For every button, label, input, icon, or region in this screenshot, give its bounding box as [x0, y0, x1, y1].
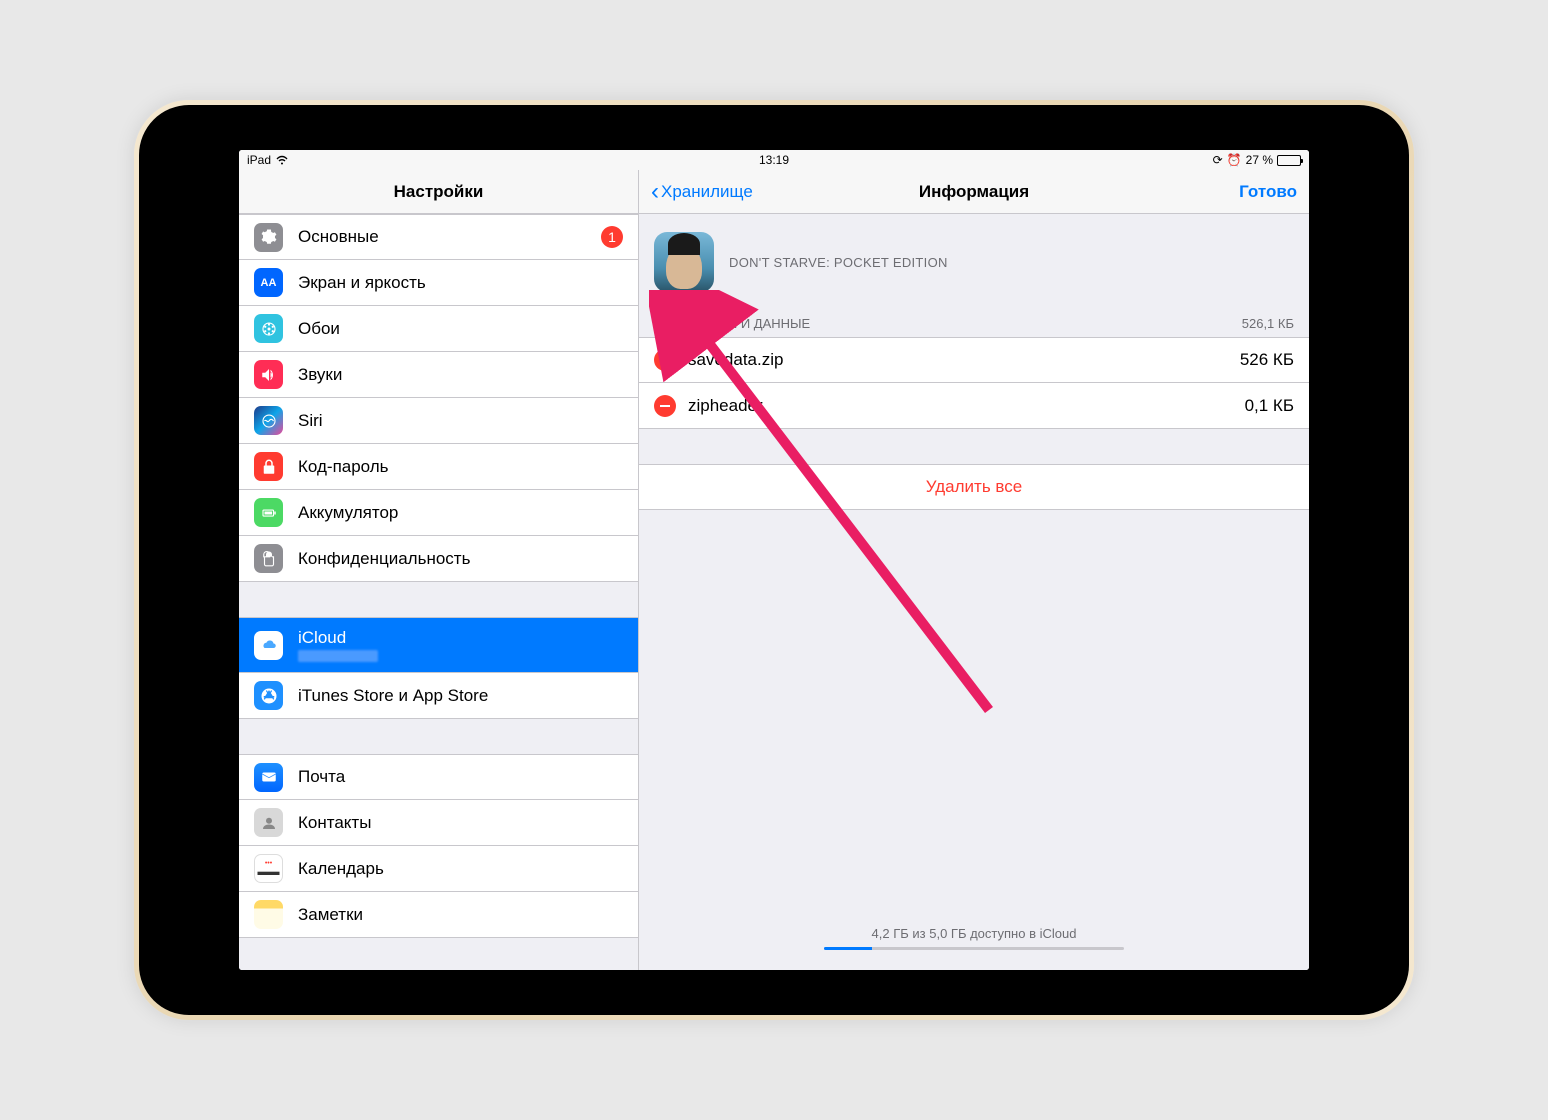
sidebar-item-label: Почта [298, 767, 623, 787]
sidebar-item-label: Контакты [298, 813, 623, 833]
mail-icon [254, 763, 283, 792]
sidebar-item-mail[interactable]: Почта [239, 754, 638, 800]
device-label: iPad [247, 153, 271, 167]
sidebar-item-label: iCloud [298, 628, 623, 648]
battery-percent: 27 % [1246, 153, 1273, 167]
sidebar-item-siri[interactable]: Siri [239, 398, 638, 444]
sidebar-item-label: iTunes Store и App Store [298, 686, 623, 706]
sidebar-item-notes[interactable]: Заметки [239, 892, 638, 938]
section-header-size: 526,1 КБ [1242, 316, 1294, 331]
icloud-account-blurred [298, 650, 378, 662]
sidebar-item-privacy[interactable]: Конфиденциальность [239, 536, 638, 582]
calendar-icon: •••▬▬ [254, 854, 283, 883]
sidebar-item-battery[interactable]: Аккумулятор [239, 490, 638, 536]
document-name: zipheader [688, 396, 1233, 416]
wallpaper-icon [254, 314, 283, 343]
detail-title: Информация [919, 182, 1029, 202]
sidebar-item-passcode[interactable]: Код-пароль [239, 444, 638, 490]
contacts-icon [254, 808, 283, 837]
detail-header: ‹ Хранилище Информация Готово [639, 170, 1309, 214]
document-size: 526 КБ [1240, 350, 1294, 370]
sidebar-item-label: Экран и яркость [298, 273, 623, 293]
delete-icon[interactable] [654, 395, 676, 417]
documents-section-header: ДОКУМЕНТЫ И ДАННЫЕ 526,1 КБ [639, 310, 1309, 337]
storage-bar [824, 947, 1124, 950]
sidebar-item-label: Звуки [298, 365, 623, 385]
notes-icon [254, 900, 283, 929]
document-row[interactable]: savedata.zip 526 КБ [639, 337, 1309, 383]
sidebar-title: Настройки [239, 170, 638, 214]
back-button[interactable]: ‹ Хранилище [651, 180, 753, 204]
done-button[interactable]: Готово [1239, 182, 1297, 202]
sidebar-item-label: Конфиденциальность [298, 549, 623, 569]
status-time: 13:19 [759, 153, 789, 167]
sidebar-item-appstore[interactable]: iTunes Store и App Store [239, 673, 638, 719]
sidebar-item-label: Siri [298, 411, 623, 431]
status-bar: iPad 13:19 ⟳ ⏰ 27 % [239, 150, 1309, 170]
document-size: 0,1 КБ [1245, 396, 1294, 416]
sidebar-item-label: Календарь [298, 859, 623, 879]
appstore-icon [254, 681, 283, 710]
delete-icon[interactable] [654, 349, 676, 371]
sidebar-item-label: Заметки [298, 905, 623, 925]
privacy-icon [254, 544, 283, 573]
document-name: savedata.zip [688, 350, 1228, 370]
sidebar-item-sounds[interactable]: Звуки [239, 352, 638, 398]
sidebar-item-icloud[interactable]: iCloud [239, 617, 638, 673]
sidebar-item-calendar[interactable]: •••▬▬ Календарь [239, 846, 638, 892]
sidebar-item-label: Основные [298, 227, 601, 247]
detail-pane: ‹ Хранилище Информация Готово [639, 170, 1309, 970]
alarm-icon: ⏰ [1227, 153, 1242, 167]
icloud-icon [254, 631, 283, 660]
back-label: Хранилище [661, 182, 753, 202]
storage-footer: 4,2 ГБ из 5,0 ГБ доступно в iCloud [639, 926, 1309, 950]
storage-text: 4,2 ГБ из 5,0 ГБ доступно в iCloud [872, 926, 1077, 941]
sidebar-item-label: Обои [298, 319, 623, 339]
general-icon [254, 223, 283, 252]
app-icon [654, 232, 714, 292]
sidebar-item-label: Код-пароль [298, 457, 623, 477]
ipad-frame: iPad 13:19 ⟳ ⏰ 27 % Настройки [134, 100, 1414, 1020]
battery-icon [1277, 155, 1301, 166]
settings-sidebar: Настройки Основные1 AA Экран и яркость Обои… [239, 170, 639, 970]
sounds-icon [254, 360, 283, 389]
siri-icon [254, 406, 283, 435]
display-icon: AA [254, 268, 283, 297]
document-row[interactable]: zipheader 0,1 КБ [639, 383, 1309, 429]
sidebar-item-display[interactable]: AA Экран и яркость [239, 260, 638, 306]
app-header: DON'T STARVE: POCKET EDITION [639, 214, 1309, 310]
orientation-lock-icon: ⟳ [1213, 153, 1223, 167]
sidebar-item-wallpaper[interactable]: Обои [239, 306, 638, 352]
section-header-label: ДОКУМЕНТЫ И ДАННЫЕ [654, 316, 810, 331]
battery-icon [254, 498, 283, 527]
sidebar-item-label: Аккумулятор [298, 503, 623, 523]
chevron-left-icon: ‹ [651, 180, 659, 204]
delete-all-button[interactable]: Удалить все [639, 464, 1309, 510]
notification-badge: 1 [601, 226, 623, 248]
app-name: DON'T STARVE: POCKET EDITION [729, 255, 948, 270]
passcode-icon [254, 452, 283, 481]
sidebar-item-general[interactable]: Основные1 [239, 214, 638, 260]
sidebar-item-contacts[interactable]: Контакты [239, 800, 638, 846]
wifi-icon [275, 155, 289, 165]
